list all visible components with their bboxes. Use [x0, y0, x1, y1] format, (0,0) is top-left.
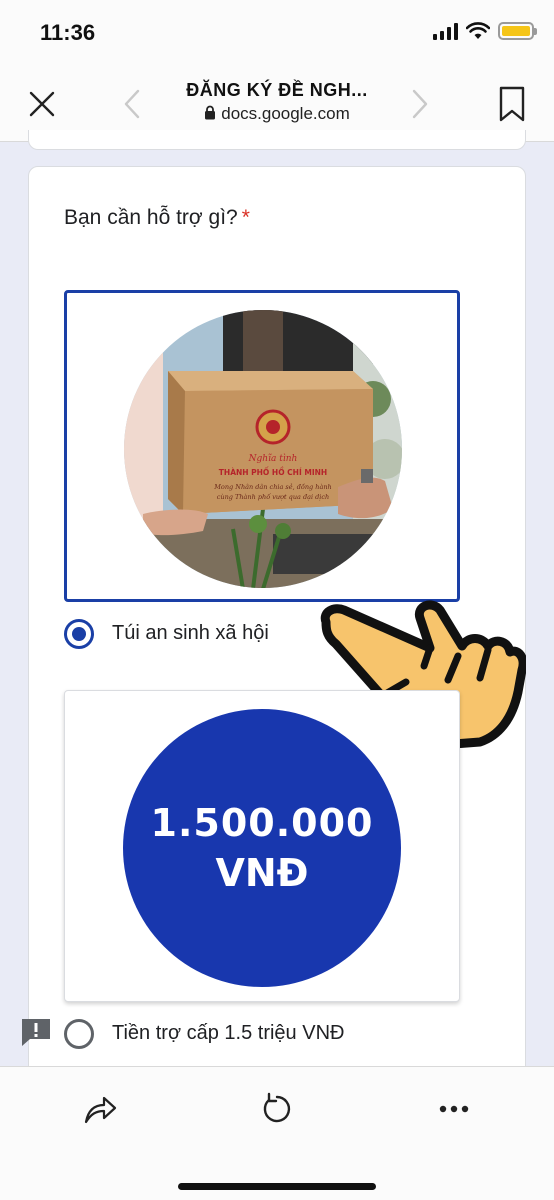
more-options-button[interactable]: [432, 1087, 476, 1131]
option-label-cash-allowance[interactable]: Tiền trợ cấp 1.5 triệu VNĐ: [112, 1022, 344, 1045]
forward-button[interactable]: [400, 84, 440, 124]
money-circle: 1.500.000 VNĐ: [123, 709, 401, 987]
share-button[interactable]: [78, 1087, 122, 1131]
radio-social-package[interactable]: [64, 619, 94, 649]
question-title: Bạn cần hỗ trợ gì? *: [64, 206, 250, 230]
money-amount: 1.500.000: [150, 801, 374, 845]
box-text-line4: cùng Thành phố vượt qua đại dịch: [217, 492, 329, 501]
box-text-line1: Nghĩa tình: [248, 453, 298, 464]
feedback-icon: [22, 1019, 50, 1046]
more-icon: [439, 1105, 469, 1113]
option-image-cash-allowance[interactable]: 1.500.000 VNĐ: [64, 690, 460, 1002]
status-time: 11:36: [40, 20, 96, 45]
care-package-photo: Nghĩa tình THÀNH PHỐ HỒ CHÍ MINH Mong Nh…: [124, 310, 402, 588]
bottom-toolbar: [0, 1066, 554, 1200]
page-title: ĐĂNG KÝ ĐỀ NGH...: [186, 80, 368, 100]
bookmark-button[interactable]: [492, 84, 532, 124]
back-button[interactable]: [112, 84, 152, 124]
reload-button[interactable]: [255, 1087, 299, 1131]
wifi-icon: [466, 22, 490, 39]
close-button[interactable]: [22, 84, 62, 124]
status-bar: 11:36: [0, 0, 554, 66]
box-text-line2: THÀNH PHỐ HỒ CHÍ MINH: [219, 467, 327, 477]
lock-icon: [205, 105, 216, 120]
forward-icon: [412, 89, 428, 119]
home-indicator[interactable]: [178, 1183, 376, 1190]
report-feedback-button[interactable]: [20, 1017, 52, 1052]
option-label-social-package[interactable]: Túi an sinh xã hội: [112, 622, 269, 645]
close-icon: [29, 91, 55, 117]
previous-question-card: [28, 130, 526, 150]
radio-cash-allowance[interactable]: [64, 1019, 94, 1049]
box-text-line3: Mong Nhân dân chia sẻ, đồng hành: [213, 482, 331, 491]
share-icon: [84, 1096, 117, 1124]
option-image-social-package[interactable]: Nghĩa tình THÀNH PHỐ HỒ CHÍ MINH Mong Nh…: [64, 290, 460, 602]
status-icons: [433, 22, 537, 40]
bookmark-icon: [499, 86, 525, 122]
battery-icon: [498, 22, 537, 40]
url-text: docs.google.com: [221, 104, 350, 123]
required-mark: *: [241, 206, 250, 229]
reload-icon: [263, 1092, 291, 1123]
url-display[interactable]: docs.google.com: [150, 104, 404, 124]
question-text: Bạn cần hỗ trợ gì?: [64, 206, 238, 229]
signal-icon: [433, 22, 458, 40]
money-currency: VNĐ: [215, 851, 309, 895]
back-icon: [124, 89, 140, 119]
